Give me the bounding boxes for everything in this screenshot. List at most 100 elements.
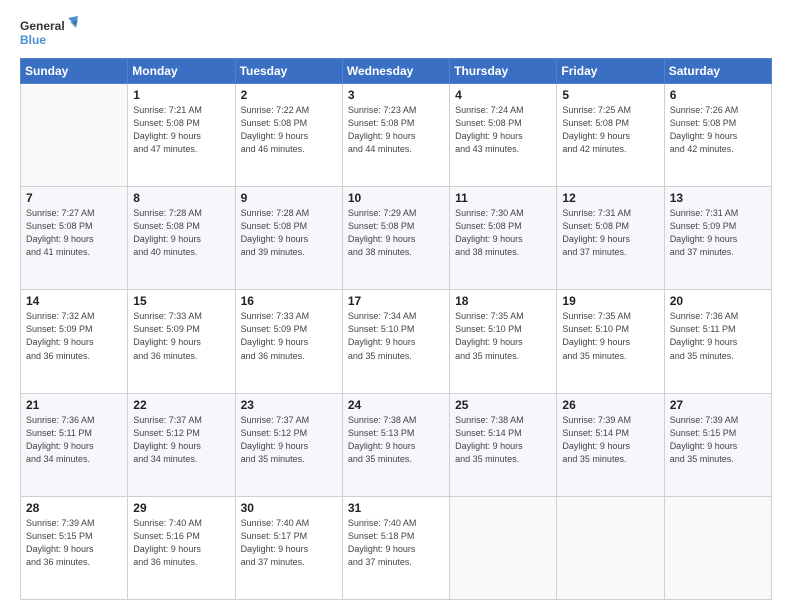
calendar-table: SundayMondayTuesdayWednesdayThursdayFrid… (20, 58, 772, 600)
calendar-cell: 4 Sunrise: 7:24 AMSunset: 5:08 PMDaylight… (450, 84, 557, 187)
day-number: 6 (670, 88, 766, 102)
svg-text:Blue: Blue (20, 33, 46, 47)
calendar-cell: 23 Sunrise: 7:37 AMSunset: 5:12 PMDayligh… (235, 393, 342, 496)
svg-text:General: General (20, 19, 65, 33)
day-info: Sunrise: 7:23 AMSunset: 5:08 PMDaylight:… (348, 104, 444, 156)
calendar-cell: 8 Sunrise: 7:28 AMSunset: 5:08 PMDaylight… (128, 187, 235, 290)
day-number: 17 (348, 294, 444, 308)
day-number: 5 (562, 88, 658, 102)
calendar-cell: 20 Sunrise: 7:36 AMSunset: 5:11 PMDayligh… (664, 290, 771, 393)
logo-svg: General Blue (20, 16, 80, 54)
day-info: Sunrise: 7:39 AMSunset: 5:15 PMDaylight:… (26, 517, 122, 569)
day-number: 16 (241, 294, 337, 308)
day-number: 21 (26, 398, 122, 412)
calendar-cell: 18Sunrise: 7:35 AMSunset: 5:10 PMDayligh… (450, 290, 557, 393)
day-info: Sunrise: 7:35 AMSunset: 5:10 PMDaylight:… (455, 310, 551, 362)
day-info: Sunrise: 7:28 AMSunset: 5:08 PMDaylight:… (133, 207, 229, 259)
header-cell-saturday: Saturday (664, 59, 771, 84)
calendar-cell (21, 84, 128, 187)
calendar-cell: 31 Sunrise: 7:40 AMSunset: 5:18 PMDayligh… (342, 496, 449, 599)
calendar-cell: 13 Sunrise: 7:31 AMSunset: 5:09 PMDayligh… (664, 187, 771, 290)
calendar-cell: 17 Sunrise: 7:34 AMSunset: 5:10 PMDayligh… (342, 290, 449, 393)
day-info: Sunrise: 7:30 AMSunset: 5:08 PMDaylight:… (455, 207, 551, 259)
day-number: 23 (241, 398, 337, 412)
day-info: Sunrise: 7:40 AMSunset: 5:16 PMDaylight:… (133, 517, 229, 569)
day-info: Sunrise: 7:38 AMSunset: 5:14 PMDaylight:… (455, 414, 551, 466)
day-info: Sunrise: 7:31 AMSunset: 5:08 PMDaylight:… (562, 207, 658, 259)
day-info: Sunrise: 7:40 AMSunset: 5:18 PMDaylight:… (348, 517, 444, 569)
calendar-cell: 1 Sunrise: 7:21 AMSunset: 5:08 PMDaylight… (128, 84, 235, 187)
day-number: 31 (348, 501, 444, 515)
week-row-4: 28 Sunrise: 7:39 AMSunset: 5:15 PMDayligh… (21, 496, 772, 599)
day-number: 15 (133, 294, 229, 308)
day-info: Sunrise: 7:35 AMSunset: 5:10 PMDaylight:… (562, 310, 658, 362)
day-number: 1 (133, 88, 229, 102)
day-info: Sunrise: 7:38 AMSunset: 5:13 PMDaylight:… (348, 414, 444, 466)
day-number: 4 (455, 88, 551, 102)
week-row-1: 7 Sunrise: 7:27 AMSunset: 5:08 PMDaylight… (21, 187, 772, 290)
calendar-cell: 11 Sunrise: 7:30 AMSunset: 5:08 PMDayligh… (450, 187, 557, 290)
day-info: Sunrise: 7:37 AMSunset: 5:12 PMDaylight:… (241, 414, 337, 466)
day-number: 2 (241, 88, 337, 102)
calendar-cell: 30 Sunrise: 7:40 AMSunset: 5:17 PMDayligh… (235, 496, 342, 599)
logo: General Blue (20, 16, 80, 54)
header: General Blue (20, 16, 772, 54)
day-info: Sunrise: 7:24 AMSunset: 5:08 PMDaylight:… (455, 104, 551, 156)
day-info: Sunrise: 7:37 AMSunset: 5:12 PMDaylight:… (133, 414, 229, 466)
day-info: Sunrise: 7:36 AMSunset: 5:11 PMDaylight:… (26, 414, 122, 466)
day-info: Sunrise: 7:21 AMSunset: 5:08 PMDaylight:… (133, 104, 229, 156)
calendar-cell: 14Sunrise: 7:32 AMSunset: 5:09 PMDayligh… (21, 290, 128, 393)
day-number: 12 (562, 191, 658, 205)
calendar-cell (664, 496, 771, 599)
day-info: Sunrise: 7:22 AMSunset: 5:08 PMDaylight:… (241, 104, 337, 156)
calendar-cell: 25Sunrise: 7:38 AMSunset: 5:14 PMDayligh… (450, 393, 557, 496)
header-cell-sunday: Sunday (21, 59, 128, 84)
calendar-cell: 12 Sunrise: 7:31 AMSunset: 5:08 PMDayligh… (557, 187, 664, 290)
day-number: 27 (670, 398, 766, 412)
calendar-cell: 3 Sunrise: 7:23 AMSunset: 5:08 PMDaylight… (342, 84, 449, 187)
day-info: Sunrise: 7:31 AMSunset: 5:09 PMDaylight:… (670, 207, 766, 259)
day-number: 20 (670, 294, 766, 308)
calendar-cell: 29 Sunrise: 7:40 AMSunset: 5:16 PMDayligh… (128, 496, 235, 599)
calendar-cell: 21 Sunrise: 7:36 AMSunset: 5:11 PMDayligh… (21, 393, 128, 496)
calendar-cell: 24Sunrise: 7:38 AMSunset: 5:13 PMDayligh… (342, 393, 449, 496)
calendar-cell (450, 496, 557, 599)
day-number: 3 (348, 88, 444, 102)
day-info: Sunrise: 7:32 AMSunset: 5:09 PMDaylight:… (26, 310, 122, 362)
calendar-cell: 28 Sunrise: 7:39 AMSunset: 5:15 PMDayligh… (21, 496, 128, 599)
day-info: Sunrise: 7:34 AMSunset: 5:10 PMDaylight:… (348, 310, 444, 362)
calendar-cell: 5Sunrise: 7:25 AMSunset: 5:08 PMDaylight… (557, 84, 664, 187)
day-number: 28 (26, 501, 122, 515)
calendar-cell: 9Sunrise: 7:28 AMSunset: 5:08 PMDaylight… (235, 187, 342, 290)
day-number: 7 (26, 191, 122, 205)
day-info: Sunrise: 7:26 AMSunset: 5:08 PMDaylight:… (670, 104, 766, 156)
calendar-cell: 16Sunrise: 7:33 AMSunset: 5:09 PMDayligh… (235, 290, 342, 393)
day-number: 11 (455, 191, 551, 205)
day-number: 29 (133, 501, 229, 515)
week-row-2: 14Sunrise: 7:32 AMSunset: 5:09 PMDayligh… (21, 290, 772, 393)
header-cell-tuesday: Tuesday (235, 59, 342, 84)
calendar-cell: 6 Sunrise: 7:26 AMSunset: 5:08 PMDaylight… (664, 84, 771, 187)
day-number: 13 (670, 191, 766, 205)
calendar-cell: 7 Sunrise: 7:27 AMSunset: 5:08 PMDaylight… (21, 187, 128, 290)
page: General Blue SundayMondayTuesdayWednesda… (0, 0, 792, 612)
day-info: Sunrise: 7:39 AMSunset: 5:14 PMDaylight:… (562, 414, 658, 466)
day-number: 8 (133, 191, 229, 205)
header-cell-thursday: Thursday (450, 59, 557, 84)
day-info: Sunrise: 7:40 AMSunset: 5:17 PMDaylight:… (241, 517, 337, 569)
day-number: 19 (562, 294, 658, 308)
header-cell-friday: Friday (557, 59, 664, 84)
day-info: Sunrise: 7:39 AMSunset: 5:15 PMDaylight:… (670, 414, 766, 466)
day-number: 26 (562, 398, 658, 412)
day-info: Sunrise: 7:27 AMSunset: 5:08 PMDaylight:… (26, 207, 122, 259)
calendar-header-row: SundayMondayTuesdayWednesdayThursdayFrid… (21, 59, 772, 84)
header-cell-monday: Monday (128, 59, 235, 84)
calendar-cell: 27 Sunrise: 7:39 AMSunset: 5:15 PMDayligh… (664, 393, 771, 496)
calendar-cell: 2 Sunrise: 7:22 AMSunset: 5:08 PMDaylight… (235, 84, 342, 187)
day-number: 10 (348, 191, 444, 205)
day-info: Sunrise: 7:36 AMSunset: 5:11 PMDaylight:… (670, 310, 766, 362)
calendar-cell: 22Sunrise: 7:37 AMSunset: 5:12 PMDayligh… (128, 393, 235, 496)
day-number: 30 (241, 501, 337, 515)
week-row-3: 21 Sunrise: 7:36 AMSunset: 5:11 PMDayligh… (21, 393, 772, 496)
week-row-0: 1 Sunrise: 7:21 AMSunset: 5:08 PMDaylight… (21, 84, 772, 187)
